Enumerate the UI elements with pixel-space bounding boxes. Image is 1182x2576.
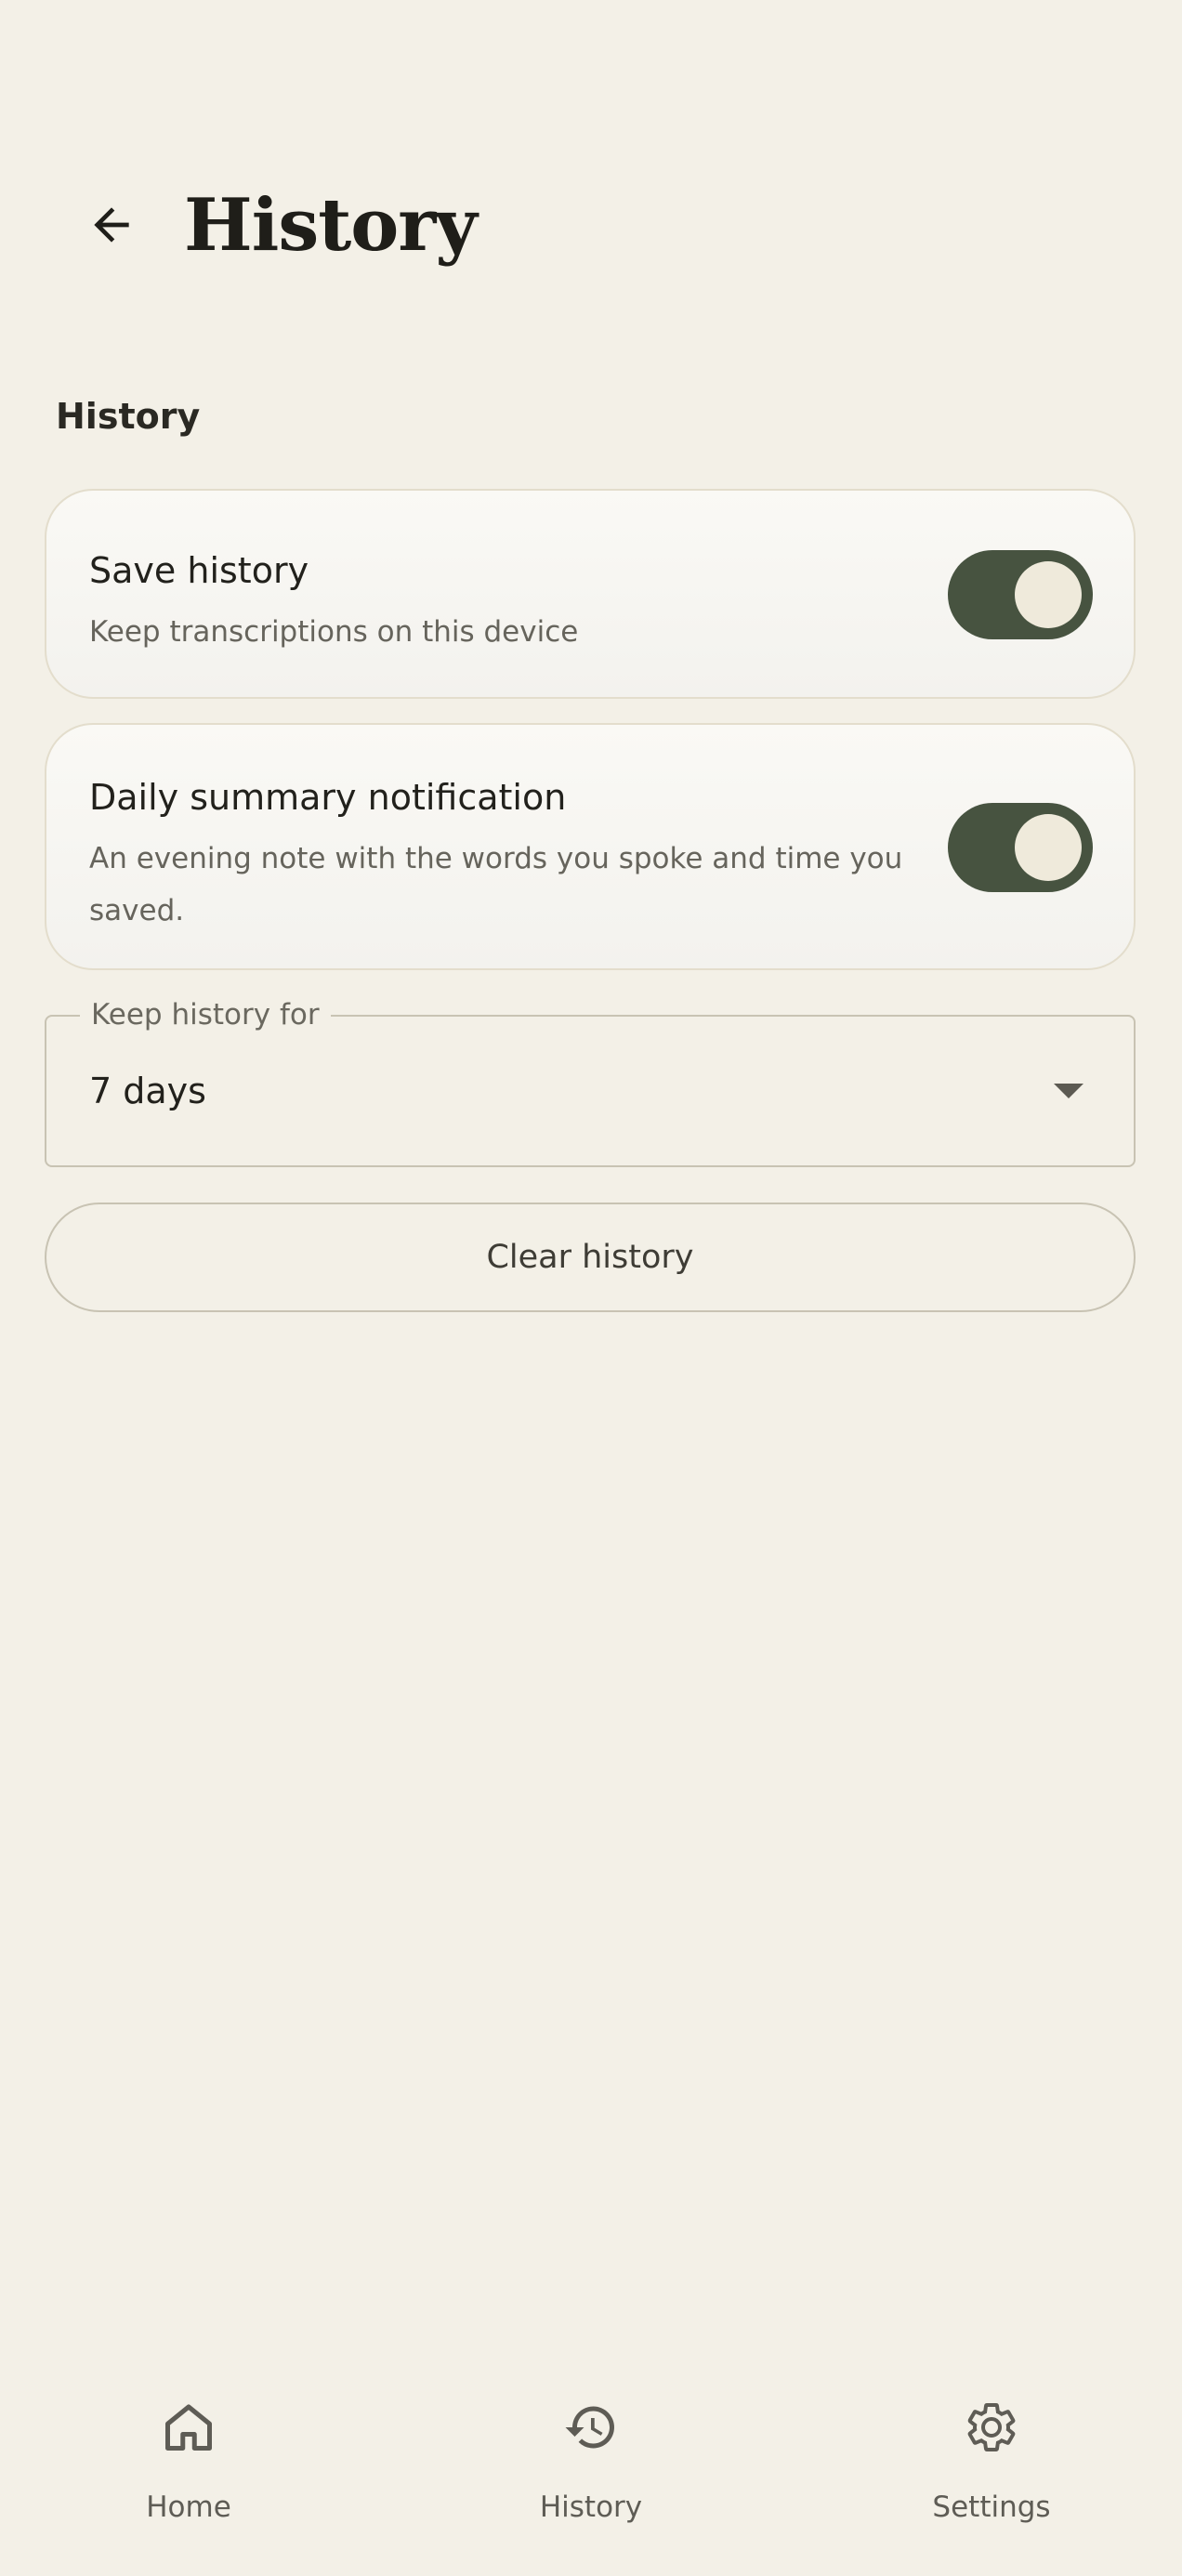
dropdown-arrow-icon [1054, 1084, 1084, 1098]
nav-item-history[interactable]: History [461, 2379, 721, 2565]
setting-title: Save history [89, 550, 309, 591]
toggle-knob [1015, 561, 1082, 628]
nav-label: Settings [932, 2491, 1051, 2524]
daily-summary-toggle[interactable] [948, 803, 1093, 892]
gear-icon [967, 2403, 1016, 2451]
clear-history-button[interactable]: Clear history [45, 1203, 1136, 1312]
daily-summary-card[interactable]: Daily summary notification An evening no… [45, 723, 1136, 970]
dropdown-value: 7 days [89, 1071, 206, 1111]
home-icon [165, 2404, 212, 2451]
toggle-knob [1015, 814, 1082, 881]
app-bar: History [0, 167, 1182, 288]
dropdown-label: Keep history for [80, 996, 331, 1033]
nav-label: History [539, 2491, 643, 2524]
page-title: History [184, 183, 478, 268]
save-history-card[interactable]: Save history Keep transcriptions on this… [45, 489, 1136, 699]
history-icon [565, 2406, 614, 2449]
bottom-nav: Home History Settings [0, 2379, 1182, 2576]
nav-item-home[interactable]: Home [59, 2379, 319, 2565]
back-button[interactable] [74, 188, 149, 262]
arrow-left-icon [94, 207, 129, 243]
keep-history-dropdown[interactable]: Keep history for 7 days [45, 996, 1136, 1167]
nav-item-settings[interactable]: Settings [861, 2379, 1122, 2565]
nav-label: Home [146, 2491, 231, 2524]
setting-description: Keep transcriptions on this device [89, 615, 579, 649]
setting-description: An evening note with the words you spoke… [89, 842, 903, 927]
setting-title: Daily summary notification [89, 777, 567, 818]
section-title: History [56, 396, 201, 437]
save-history-toggle[interactable] [948, 550, 1093, 639]
